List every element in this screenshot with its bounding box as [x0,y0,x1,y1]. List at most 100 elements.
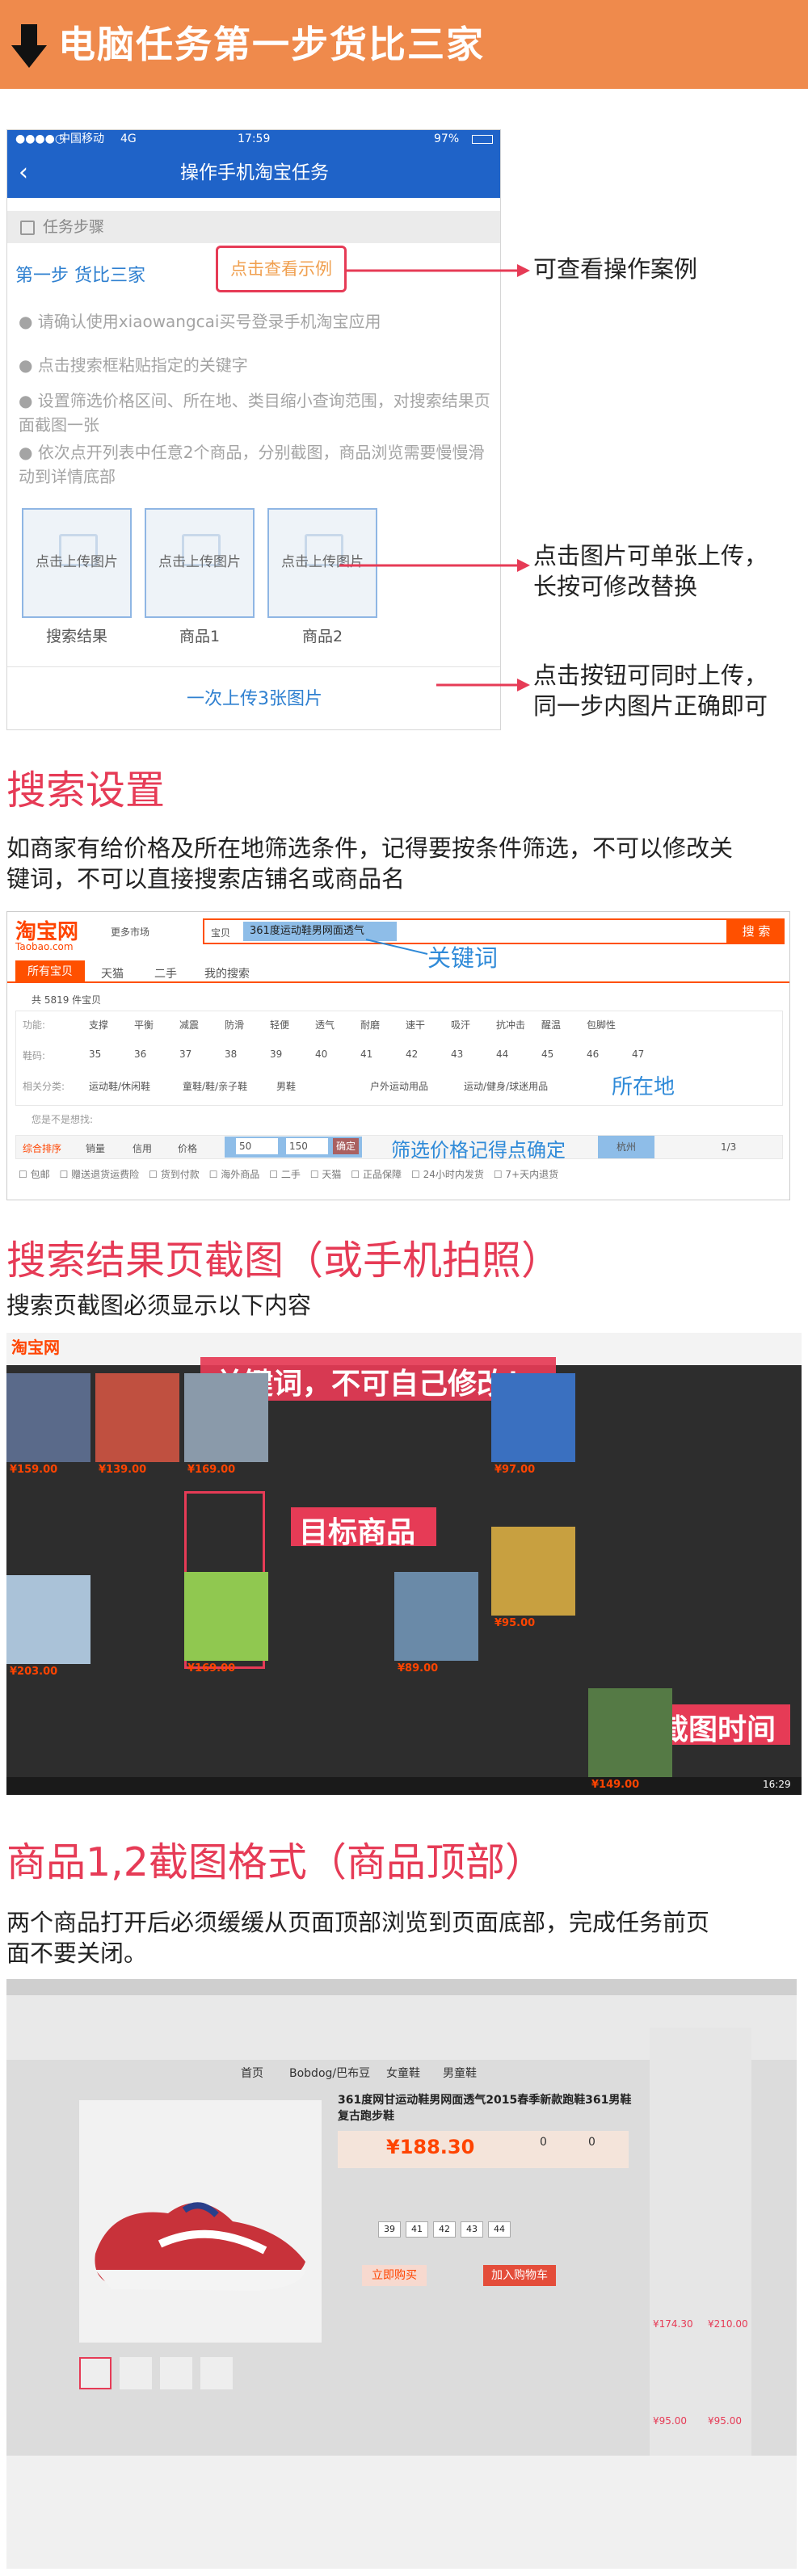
nav-bar: ‹ 操作手机淘宝任务 [7,148,500,198]
product-tile[interactable] [184,1572,268,1661]
view-example-button[interactable]: 点击查看示例 [216,246,347,292]
upload-all-button[interactable]: 一次上传3张图片 [7,666,500,729]
filter-option[interactable]: 透气 [315,1018,335,1032]
price-min-input[interactable]: 50 [236,1138,278,1154]
product-tile[interactable] [6,1575,90,1664]
size-option[interactable]: 44 [488,2221,511,2238]
product-tile[interactable] [95,1373,179,1462]
thumbnail-4[interactable] [200,2357,233,2389]
filter-option[interactable]: 减震 [179,1018,199,1032]
product-tile[interactable] [6,1373,90,1462]
filter-option[interactable]: 包脚性 [587,1018,616,1032]
tab-all[interactable]: 所有宝贝 [15,960,85,983]
search-scope[interactable]: 宝贝 [211,926,230,939]
sort-price[interactable]: 价格 [178,1141,197,1155]
filter-option[interactable]: 41 [360,1048,372,1060]
callout-upload-1: 点击图片可单张上传， [533,542,768,569]
filter-option[interactable]: 40 [315,1048,327,1060]
upload-slot-search[interactable]: 点击上传图片 [22,508,132,618]
taskbar [6,1777,802,1795]
upload-slot-product1[interactable]: 点击上传图片 [145,508,255,618]
filter-option[interactable]: 醒温 [541,1018,561,1032]
filter-option[interactable]: 童鞋/鞋/亲子鞋 [183,1079,247,1093]
sort-sales[interactable]: 销量 [86,1141,105,1155]
filter-option[interactable]: 运动/健身/球迷用品 [464,1079,548,1093]
shop-nav-girls[interactable]: 女童鞋 [386,2065,420,2081]
filter-option[interactable]: 平衡 [134,1018,154,1032]
filter-option[interactable]: 运动鞋/休闲鞋 [89,1079,150,1093]
product-price: ¥159.00 [10,1464,58,1476]
filter-option[interactable]: 吸汗 [451,1018,470,1032]
filter-option[interactable]: 速干 [406,1018,425,1032]
phone-screenshot: ●●●●○ 中国移动 4G 17:59 97% ‹ 操作手机淘宝任务 任务步骤 … [6,129,501,730]
thumbnail-1[interactable] [79,2357,112,2389]
search-settings-text-2: 键词，不可以直接搜索店铺名或商品名 [6,865,406,893]
more-markets-link[interactable]: 更多市场 [111,925,149,939]
network: 4G [120,132,137,145]
size-option[interactable]: 42 [433,2221,456,2238]
tab-my-search[interactable]: 我的搜索 [204,965,250,981]
thumbnail-3[interactable] [160,2357,192,2389]
filter-option[interactable]: 耐磨 [360,1018,380,1032]
tab-tmall[interactable]: 天猫 [101,965,124,981]
tab-secondhand[interactable]: 二手 [154,965,177,981]
add-cart-button[interactable]: 加入购物车 [483,2265,556,2286]
filter-checkboxes[interactable]: ☐ 包邮 ☐ 赠送退货运费险 ☐ 货到付款 ☐ 海外商品 ☐ 二手 ☐ 天猫 ☐… [19,1167,558,1181]
browser-tabs [6,1979,797,1995]
callout-button-2: 同一步内图片正确即可 [533,692,768,720]
sort-credit[interactable]: 信用 [133,1141,152,1155]
price-confirm-button[interactable]: 确定 [333,1138,359,1154]
shop-nav-brand[interactable]: Bobdog/巴布豆 [289,2065,370,2081]
search-button[interactable]: 搜 索 [728,918,785,944]
product-title: 361度网甘运动鞋男网面透气2015春季新款跑鞋361男鞋复古跑步鞋 [338,2094,632,2123]
location-select[interactable]: 杭州 [598,1136,654,1158]
result-count: 共 5819 件宝贝 [32,994,102,1006]
annotation-price: 筛选价格记得点确定 [391,1139,566,1162]
clock: 17:59 [238,132,271,145]
filter-row-label: 鞋码: [23,1050,46,1061]
product-tile[interactable] [588,1688,672,1777]
product-text-1: 两个商品打开后必须缓缓从页面顶部浏览到页面底部，完成任务前页 [6,1909,710,1936]
size-option[interactable]: 39 [378,2221,401,2238]
filter-option[interactable]: 户外运动用品 [370,1079,428,1093]
upload-slot-product2[interactable]: 点击上传图片 [267,508,377,618]
product-price: ¥97.00 [494,1464,536,1476]
filter-option[interactable]: 35 [89,1048,101,1060]
price-max-input[interactable]: 150 [286,1138,328,1154]
filter-option[interactable]: 45 [541,1048,553,1060]
filter-option[interactable]: 42 [406,1048,418,1060]
sold-count: 0 [540,2136,547,2149]
filter-option[interactable]: 37 [179,1048,191,1060]
filter-option[interactable]: 38 [225,1048,237,1060]
price-panel [338,2131,629,2168]
size-option[interactable]: 41 [406,2221,428,2238]
filter-option[interactable]: 轻便 [270,1018,289,1032]
filter-option[interactable]: 44 [496,1048,508,1060]
shop-nav-home[interactable]: 首页 [241,2065,263,2081]
product-tile[interactable] [184,1373,268,1462]
product-tile[interactable] [491,1373,575,1462]
buy-now-button[interactable]: 立即购买 [362,2265,427,2286]
upload-caption-product2: 商品2 [301,628,343,645]
filter-option[interactable]: 36 [134,1048,146,1060]
size-option[interactable]: 43 [461,2221,483,2238]
signal-icon: ●●●●○ [15,132,65,145]
upload-caption-search: 搜索结果 [45,628,107,645]
shop-sidebar [650,2028,751,2480]
filter-option[interactable]: 46 [587,1048,599,1060]
section-title-product: 商品1,2截图格式（商品顶部） [6,1839,545,1885]
product-tile[interactable] [394,1572,478,1661]
shop-nav-boys[interactable]: 男童鞋 [443,2065,477,2081]
filter-option[interactable]: 43 [451,1048,463,1060]
sort-default[interactable]: 综合排序 [23,1141,61,1155]
filter-option[interactable]: 男鞋 [276,1079,296,1093]
thumbnail-2[interactable] [120,2357,152,2389]
product-tile[interactable] [491,1527,575,1616]
product-price: ¥169.00 [187,1662,236,1675]
filter-option[interactable]: 47 [632,1048,644,1060]
filter-option[interactable]: 支撑 [89,1018,108,1032]
filter-option[interactable]: 防滑 [225,1018,244,1032]
review-count: 0 [588,2136,595,2149]
filter-option[interactable]: 39 [270,1048,282,1060]
filter-option[interactable]: 抗冲击 [496,1018,525,1032]
